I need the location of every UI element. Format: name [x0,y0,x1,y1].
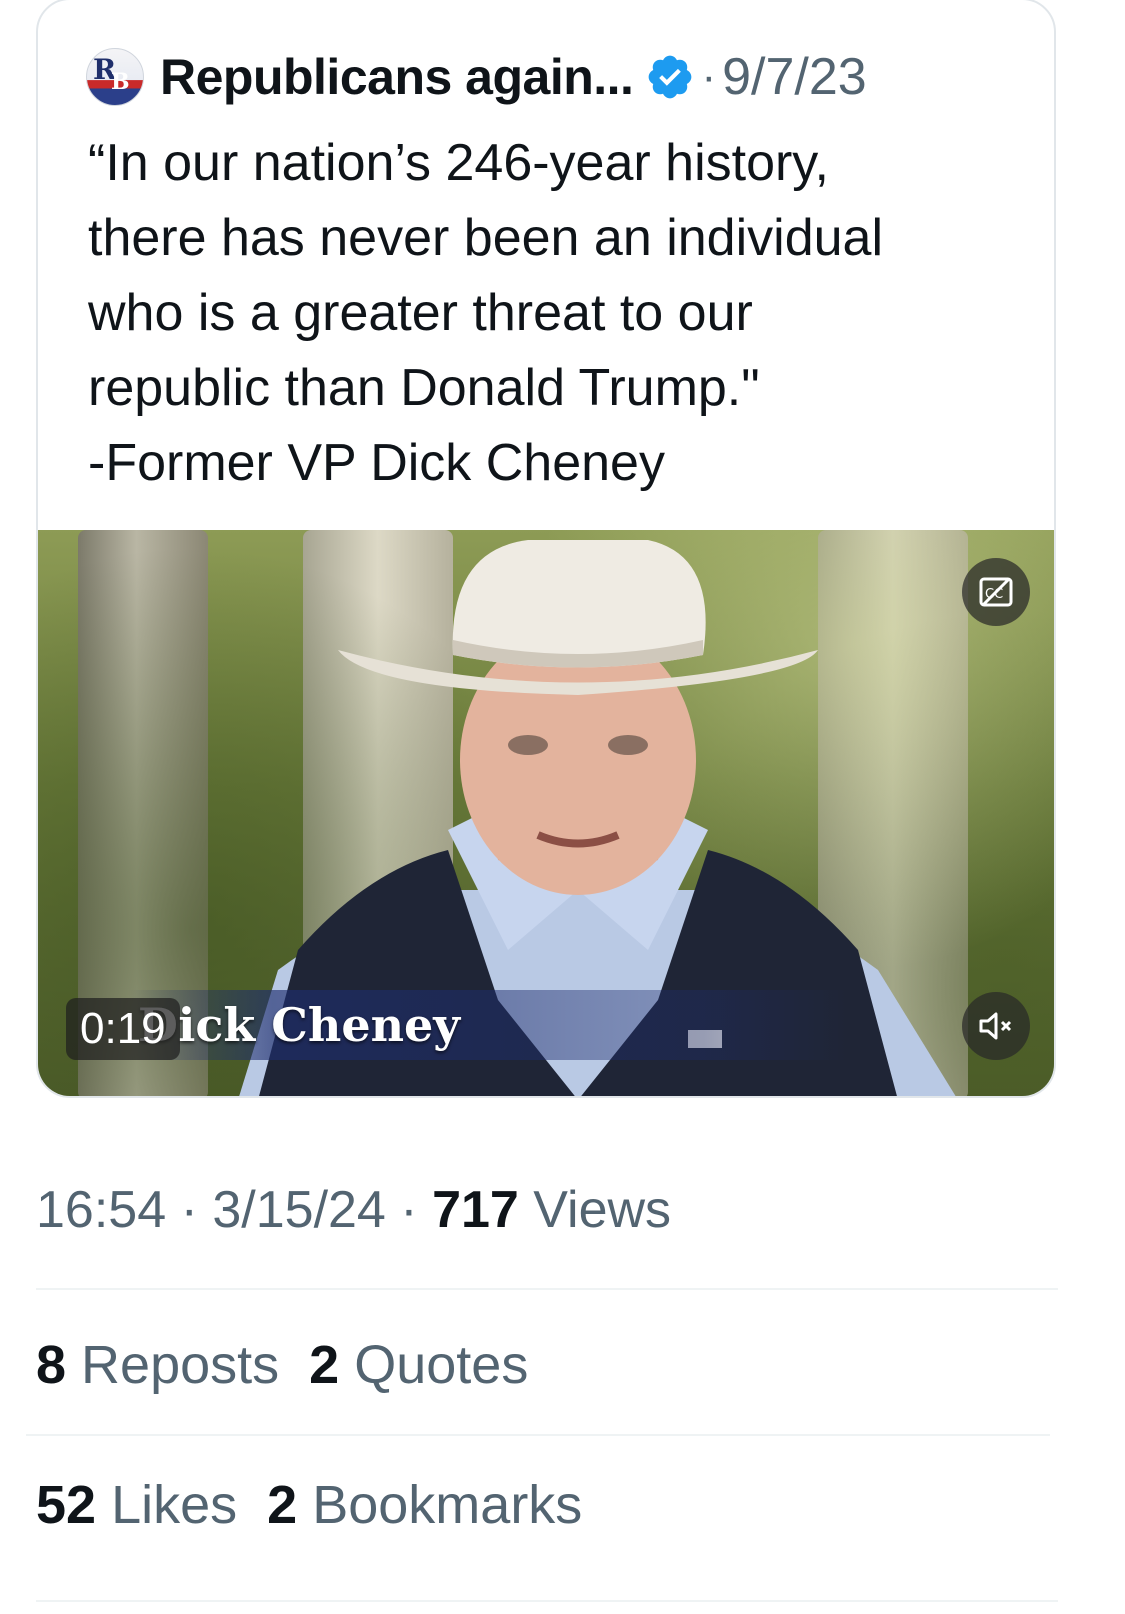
likes-stat[interactable]: 52 Likes [36,1475,237,1535]
divider [26,1434,1050,1436]
muted-speaker-icon [979,1012,1012,1040]
quotes-count: 2 [309,1335,340,1395]
captions-icon: CC [979,577,1013,607]
reposts-stat[interactable]: 8 Reposts [36,1335,279,1395]
meta-separator: · [166,1181,213,1239]
video-duration: 0:19 [66,998,180,1060]
likes-bookmarks-row: 52 Likes 2 Bookmarks [36,1474,582,1536]
quoted-tweet-header: RB Republicans again... · 9/7/23 [86,44,867,110]
reposts-count: 8 [36,1335,67,1395]
likes-count: 52 [36,1475,97,1535]
quoted-tweet-card[interactable]: RB Republicans again... · 9/7/23 “In our… [36,0,1056,1098]
quoted-tweet-date[interactable]: 9/7/23 [722,47,867,107]
likes-label: Likes [96,1475,238,1535]
bookmarks-count: 2 [267,1475,298,1535]
quotes-label: Quotes [339,1335,529,1395]
author-avatar[interactable]: RB [86,48,144,106]
tweet-time[interactable]: 16:54 [36,1181,166,1239]
tweet-date[interactable]: 3/15/24 [212,1181,386,1239]
divider [36,1600,1058,1602]
video-player[interactable]: Dick Cheney CC 0:19 [38,530,1054,1096]
bookmarks-stat[interactable]: 2 Bookmarks [267,1475,582,1535]
lower-third-name: Dick Cheney [138,998,461,1052]
views-count: 717 [432,1181,519,1239]
quoted-tweet-text: “In our nation’s 246-year history, there… [88,134,884,492]
author-name[interactable]: Republicans again... [160,48,634,106]
views-label: Views [518,1181,672,1239]
tweet-meta: 16:54 · 3/15/24 · 717 Views [36,1180,671,1240]
meta-separator: · [385,1181,433,1239]
mute-button[interactable] [962,992,1030,1060]
captions-button[interactable]: CC [962,558,1030,626]
reposts-label: Reposts [66,1335,280,1395]
quotes-stat[interactable]: 2 Quotes [309,1335,528,1395]
reposts-quotes-row: 8 Reposts 2 Quotes [36,1334,528,1396]
bookmarks-label: Bookmarks [297,1475,583,1535]
verified-badge-icon [649,55,692,99]
divider [36,1288,1058,1290]
header-separator: · [701,52,717,101]
